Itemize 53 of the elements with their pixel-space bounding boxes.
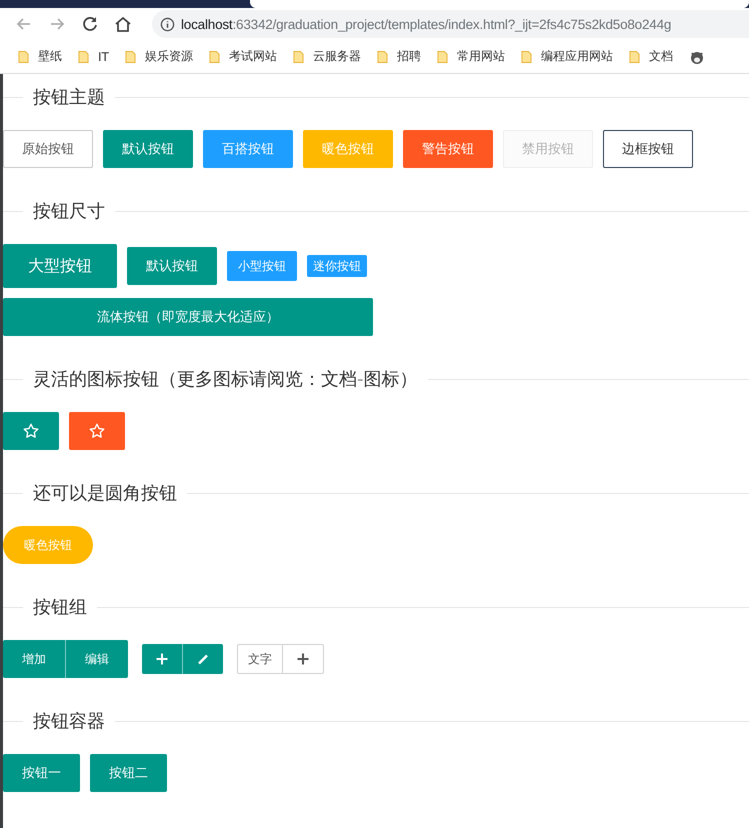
bookmark[interactable]: 壁纸 <box>18 48 62 65</box>
star-icon <box>88 422 106 440</box>
folder-icon <box>78 50 89 64</box>
bookmark[interactable]: 云服务器 <box>292 48 361 65</box>
bookmark[interactable]: IT <box>78 50 109 64</box>
info-icon[interactable] <box>160 16 175 32</box>
button[interactable]: 流体按钮（即宽度最大化适应） <box>3 298 373 336</box>
button[interactable]: 增加 <box>3 640 65 678</box>
button[interactable]: 大型按钮 <box>3 244 117 288</box>
section-title: 按钮尺寸 <box>32 200 106 223</box>
button[interactable]: 默认按钮 <box>103 130 193 168</box>
button[interactable]: 默认按钮 <box>127 247 217 285</box>
star-button[interactable] <box>69 412 125 450</box>
bookmark[interactable]: 娱乐资源 <box>124 48 193 65</box>
bookmark[interactable]: 编程应用网站 <box>520 48 613 65</box>
bookmark[interactable]: 常用网站 <box>436 48 505 65</box>
section-title: 灵活的图标按钮（更多图标请阅览：文档-图标） <box>32 368 418 391</box>
button[interactable]: 百搭按钮 <box>203 130 293 168</box>
folder-icon <box>292 50 304 64</box>
section-title: 按钮组 <box>32 596 88 619</box>
home-icon[interactable] <box>113 14 133 34</box>
plus-icon <box>296 652 310 666</box>
add-button[interactable] <box>142 644 182 674</box>
bookmark[interactable]: 文档 <box>628 48 673 65</box>
button[interactable]: 按钮二 <box>90 754 167 792</box>
folder-icon <box>208 50 220 64</box>
folder-icon <box>520 50 532 64</box>
folder-icon <box>124 50 136 64</box>
section-title: 还可以是圆角按钮 <box>32 482 178 505</box>
star-icon <box>22 422 40 440</box>
bookmark[interactable]: 招聘 <box>376 48 421 65</box>
add-button[interactable] <box>283 644 324 674</box>
button[interactable]: 原始按钮 <box>3 130 93 168</box>
folder-icon <box>18 50 29 64</box>
button[interactable]: 编辑 <box>65 640 128 678</box>
folder-icon <box>436 50 448 64</box>
address-bar[interactable]: localhost:63342/graduation_project/templates/index.html?_ijt=2fs4c75s2kd5o8o244g <box>152 10 749 38</box>
star-button[interactable] <box>3 412 59 450</box>
button[interactable]: 警告按钮 <box>403 130 493 168</box>
edit-button[interactable] <box>182 644 223 674</box>
button[interactable]: 小型按钮 <box>227 251 297 281</box>
button[interactable]: 文字 <box>237 644 283 674</box>
button[interactable]: 按钮一 <box>3 754 80 792</box>
section-title: 按钮容器 <box>32 710 106 733</box>
bookmark[interactable]: 考试网站 <box>208 48 277 65</box>
section-title: 按钮主题 <box>32 86 106 109</box>
plus-icon <box>155 652 169 666</box>
pencil-icon <box>196 652 210 666</box>
button[interactable]: 边框按钮 <box>603 130 693 168</box>
button[interactable]: 迷你按钮 <box>307 255 367 277</box>
folder-icon <box>376 50 388 64</box>
reload-icon[interactable] <box>80 14 100 34</box>
folder-icon <box>628 50 640 64</box>
